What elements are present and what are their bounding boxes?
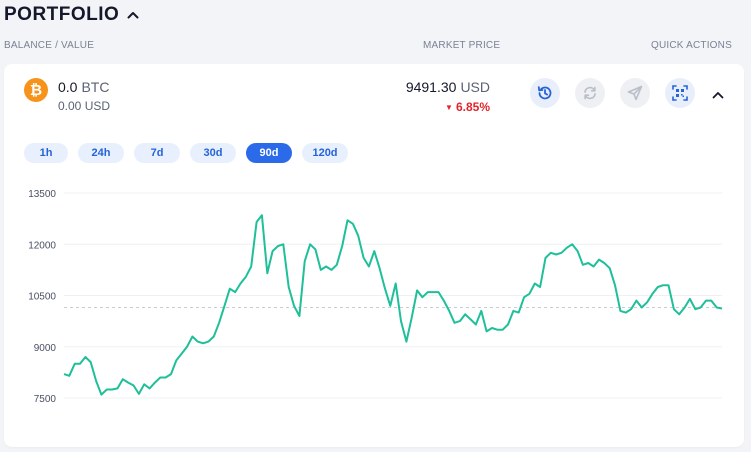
y-tick-label: 9000 (34, 343, 57, 354)
triangle-down-icon: ▼ (445, 103, 453, 112)
qr-code-icon (672, 85, 688, 101)
balance-symbol: BTC (81, 79, 110, 95)
tab-24h[interactable]: 24h (78, 143, 124, 163)
tab-90d[interactable]: 90d (246, 143, 292, 163)
timeframe-tabs: 1h 24h 7d 30d 90d 120d (24, 143, 348, 163)
column-label-quick-actions: QUICK ACTIONS (651, 40, 732, 51)
price-change: ▼ 6.85% (445, 100, 490, 114)
y-tick-label: 12000 (28, 240, 56, 251)
tab-1h[interactable]: 1h (24, 143, 68, 163)
balance-usd: 0.00 USD (58, 99, 111, 113)
receive-button[interactable] (665, 78, 695, 108)
send-icon (627, 85, 643, 101)
y-tick-label: 7500 (34, 394, 57, 405)
portfolio-header[interactable]: PORTFOLIO (4, 4, 139, 26)
price-unit: USD (460, 79, 490, 95)
y-tick-label: 13500 (28, 189, 56, 200)
asset-card: ₿ 0.0 BTC 0.00 USD 9491.30 USD ▼ 6.85% 1… (4, 64, 744, 447)
y-tick-label: 10500 (28, 292, 56, 303)
collapse-card-button[interactable] (712, 86, 724, 104)
market-price: 9491.30 USD (406, 79, 490, 95)
chevron-up-icon[interactable] (127, 11, 139, 19)
price-chart: 7500 9000 10500 12000 13500 (4, 174, 744, 424)
column-label-balance: BALANCE / VALUE (4, 40, 95, 51)
tab-120d[interactable]: 120d (302, 143, 348, 163)
tab-30d[interactable]: 30d (190, 143, 236, 163)
chevron-up-icon (712, 92, 724, 99)
asset-balance: 0.0 BTC (58, 79, 109, 95)
price-line (63, 214, 723, 396)
history-icon (537, 86, 552, 100)
price-value: 9491.30 (405, 79, 457, 95)
exchange-icon (584, 86, 596, 100)
balance-amount: 0.0 (58, 79, 78, 95)
column-label-market-price: MARKET PRICE (423, 40, 501, 51)
price-chart-svg: 7500 9000 10500 12000 13500 (28, 189, 723, 405)
price-change-value: 6.85% (455, 100, 490, 114)
exchange-button[interactable] (575, 78, 605, 108)
tab-7d[interactable]: 7d (134, 143, 180, 163)
page-title: PORTFOLIO (4, 4, 120, 25)
history-button[interactable] (530, 78, 560, 108)
send-button[interactable] (620, 78, 650, 108)
bitcoin-icon: ₿ (24, 78, 48, 102)
